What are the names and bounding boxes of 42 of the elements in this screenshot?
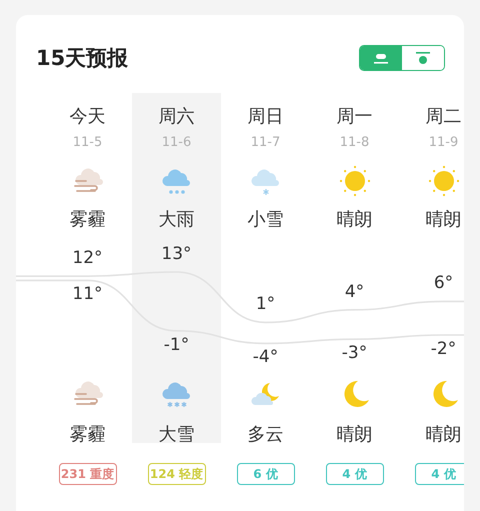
- high-temperature: 12°: [71, 248, 104, 268]
- low-temperature: 11°: [71, 284, 104, 304]
- high-temperature: 6°: [432, 273, 454, 294]
- chart-view-icon: [372, 51, 390, 65]
- day-name: 今天: [70, 105, 106, 129]
- night-condition: 多云: [248, 423, 284, 447]
- chart-view-button[interactable]: [360, 46, 402, 70]
- night-condition: 晴朗: [426, 423, 462, 447]
- sun-icon: [338, 164, 372, 198]
- day-date: 11-5: [72, 134, 102, 152]
- air-quality-badge: 231 重度: [58, 463, 116, 485]
- day-name: 周日: [248, 105, 284, 129]
- low-temperature: -2°: [430, 339, 458, 359]
- view-toggle[interactable]: [359, 45, 445, 71]
- day-date: 11-8: [340, 134, 370, 152]
- sun-icon: [426, 164, 460, 198]
- day-condition: 小雪: [248, 208, 284, 232]
- air-quality-badge: 4 优: [326, 463, 384, 485]
- day-date: 11-9: [428, 134, 458, 152]
- day-condition: 大雨: [158, 208, 194, 232]
- day-date: 11-7: [250, 134, 280, 152]
- air-quality-badge: 6 优: [236, 463, 294, 485]
- section-title: 15天预报: [36, 45, 128, 72]
- day-condition: 晴朗: [426, 208, 462, 232]
- day-name: 周一: [336, 105, 372, 129]
- air-quality-badge: 4 优: [414, 463, 464, 485]
- low-temperature: -3°: [340, 343, 368, 364]
- day-date: 11-6: [162, 134, 192, 152]
- night-condition: 晴朗: [336, 423, 372, 447]
- night-condition: 大雪: [158, 423, 194, 447]
- day-name: 周二: [426, 105, 462, 129]
- high-temperature: 4°: [344, 282, 366, 302]
- day-condition: 雾霾: [70, 208, 106, 232]
- high-temperature: 13°: [160, 244, 193, 264]
- list-view-icon: [414, 51, 432, 65]
- low-temperature: -1°: [162, 334, 190, 355]
- high-temperature: 1°: [254, 294, 276, 314]
- day-name: 周六: [158, 105, 194, 129]
- low-temperature: -4°: [252, 347, 280, 368]
- air-quality-badge: 124 轻度: [148, 463, 206, 485]
- night-condition: 雾霾: [70, 423, 106, 447]
- day-condition: 晴朗: [336, 208, 372, 232]
